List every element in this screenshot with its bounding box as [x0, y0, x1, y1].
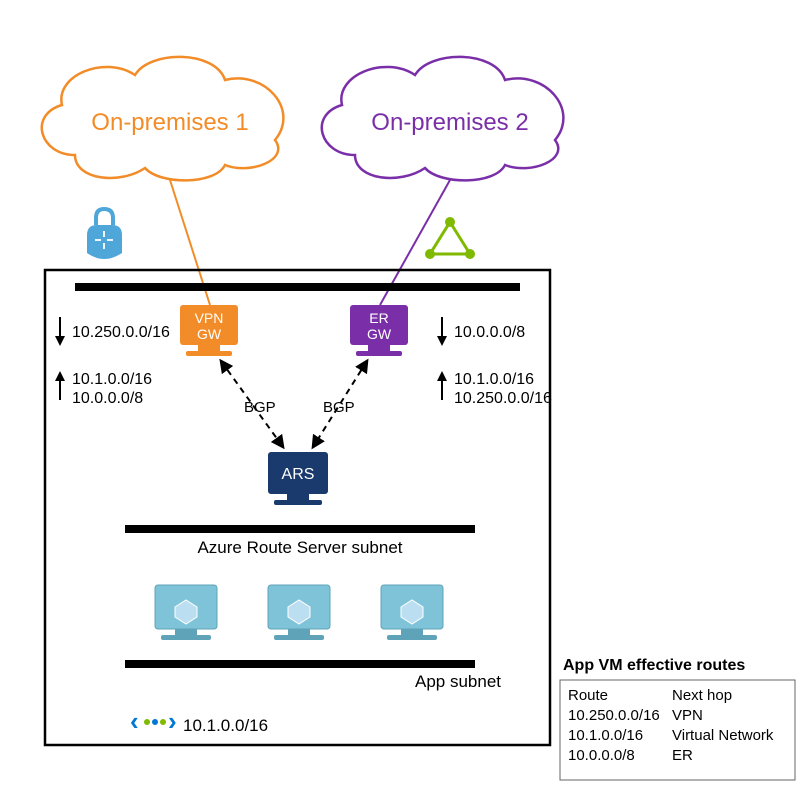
app-vm-2	[268, 585, 330, 640]
er-gw-label-2: GW	[367, 326, 392, 342]
er-gateway-icon: ER GW	[350, 305, 408, 356]
lock-icon	[87, 209, 122, 259]
route-table-hdr-next: Next hop	[672, 687, 732, 704]
route-table-hdr-route: Route	[568, 687, 608, 704]
cloud-onprem2-label: On-premises 2	[371, 109, 528, 136]
bgp-left-label: BGP	[244, 399, 276, 416]
er-gw-label-1: ER	[369, 310, 388, 326]
er-route-down: 10.0.0.0/8	[437, 317, 525, 346]
svg-text:‹: ‹	[130, 706, 139, 736]
bgp-arrows: BGP BGP	[221, 361, 367, 447]
gateway-subnet-bar	[75, 283, 520, 291]
app-subnet-bar	[125, 660, 475, 668]
vnet-cidr: 10.1.0.0/16	[183, 716, 268, 735]
app-subnet-label: App subnet	[415, 672, 501, 691]
ars-subnet-label: Azure Route Server subnet	[197, 538, 402, 557]
route-row-0-next: VPN	[672, 707, 703, 724]
triangle-icon	[425, 217, 475, 259]
er-route-up-2: 10.250.0.0/16	[454, 390, 552, 407]
route-row-2-next: ER	[672, 747, 693, 764]
vnet-icon: ‹ ›	[130, 706, 177, 736]
ars-label: ARS	[282, 466, 315, 483]
vpn-gateway-icon: VPN GW	[180, 305, 238, 356]
diagram-canvas: On-premises 1 On-premises 2 VPN G	[0, 0, 805, 800]
ars-subnet-bar	[125, 525, 475, 533]
route-row-1-next: Virtual Network	[672, 727, 774, 744]
er-route-up-1: 10.1.0.0/16	[454, 371, 534, 388]
cloud-onprem2: On-premises 2	[322, 57, 564, 181]
vpn-route-down-text: 10.250.0.0/16	[72, 324, 170, 341]
vpn-route-down: 10.250.0.0/16	[55, 317, 170, 346]
app-vm-3	[381, 585, 443, 640]
cloud-onprem1: On-premises 1	[42, 57, 284, 181]
vpn-route-up-1: 10.1.0.0/16	[72, 371, 152, 388]
vpn-gw-label-2: GW	[197, 326, 222, 342]
route-row-0-route: 10.250.0.0/16	[568, 707, 660, 724]
vpn-gw-label-1: VPN	[195, 310, 224, 326]
route-row-1-route: 10.1.0.0/16	[568, 727, 643, 744]
svg-text:›: ›	[168, 706, 177, 736]
vpn-route-up: 10.1.0.0/16 10.0.0.0/8	[55, 371, 152, 407]
bgp-right-label: BGP	[323, 399, 355, 416]
route-table: App VM effective routes Route Next hop 1…	[560, 657, 795, 780]
er-route-up: 10.1.0.0/16 10.250.0.0/16	[437, 371, 552, 407]
vpn-route-up-2: 10.0.0.0/8	[72, 390, 143, 407]
route-table-title: App VM effective routes	[563, 657, 745, 674]
er-route-down-text: 10.0.0.0/8	[454, 324, 525, 341]
ars-icon: ARS	[268, 452, 328, 505]
cloud-onprem1-label: On-premises 1	[91, 109, 248, 136]
route-row-2-route: 10.0.0.0/8	[568, 747, 635, 764]
app-vm-1	[155, 585, 217, 640]
